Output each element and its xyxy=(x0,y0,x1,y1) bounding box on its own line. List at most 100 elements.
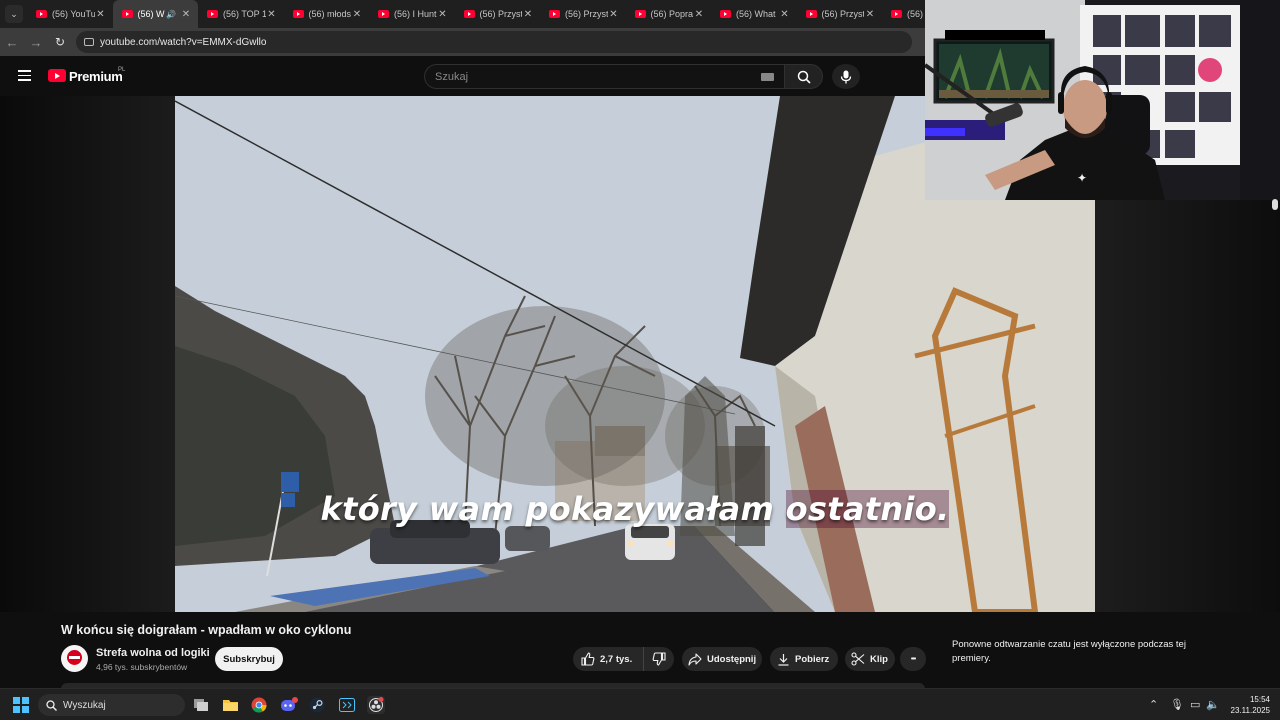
windows-taskbar: Wyszukaj ⌃ 🎙 ▭ 🔈 15:54 23.11.2025 xyxy=(0,688,1280,720)
youtube-favicon-icon xyxy=(891,10,902,18)
youtube-favicon-icon xyxy=(121,10,133,18)
tab-search-button[interactable]: ⌄ xyxy=(5,5,23,23)
browser-tab[interactable]: (56) Przystanek✕ xyxy=(797,0,883,28)
steam-icon[interactable] xyxy=(308,696,326,714)
browser-tab-strip: ⌄ (56) YouTube✕(56) W końcu🔊✕(56) TOP 10… xyxy=(0,0,960,28)
tab-close-icon[interactable]: ✕ xyxy=(864,9,876,20)
browser-toolbar: ← → ↻ youtube.com/watch?v=EMMX-dGwllo xyxy=(0,28,925,56)
youtube-favicon-icon xyxy=(805,10,817,18)
file-explorer-icon[interactable] xyxy=(221,696,239,714)
browser-tab[interactable]: (56) Przystanek✕ xyxy=(540,0,626,28)
browser-tab[interactable]: (56) Przystanek✕ xyxy=(455,0,541,28)
arrow-left-icon: ← xyxy=(5,34,19,50)
tab-close-icon[interactable]: ✕ xyxy=(693,9,705,20)
chrome-icon[interactable] xyxy=(250,696,268,714)
discord-icon[interactable] xyxy=(280,696,298,714)
tab-close-icon[interactable]: ✕ xyxy=(608,9,620,20)
webcam-overlay: ✦ xyxy=(925,0,1280,200)
tab-close-icon[interactable]: ✕ xyxy=(95,9,107,20)
youtube-favicon-icon xyxy=(634,10,646,18)
tray-microphone-icon[interactable]: 🎙 xyxy=(1170,698,1184,711)
search-placeholder: Szukaj xyxy=(435,70,469,83)
address-bar[interactable]: youtube.com/watch?v=EMMX-dGwllo xyxy=(76,31,912,53)
terminal-app-icon[interactable] xyxy=(338,696,356,714)
dislike-button[interactable] xyxy=(644,652,674,666)
webcam-image: ✦ xyxy=(925,0,1280,200)
scissors-icon xyxy=(851,652,865,666)
video-subtitle: który wam pokazywałam ostatnio. xyxy=(175,490,1095,528)
youtube-favicon-icon xyxy=(720,10,731,18)
keyboard-icon[interactable] xyxy=(761,73,774,81)
channel-name[interactable]: Strefa wolna od logiki xyxy=(96,647,210,659)
youtube-favicon-icon xyxy=(463,10,475,18)
tab-close-icon[interactable]: ✕ xyxy=(437,9,449,20)
site-info-icon[interactable] xyxy=(84,38,94,46)
windows-start-icon[interactable] xyxy=(13,697,29,713)
youtube-logo-icon[interactable] xyxy=(48,69,66,82)
more-icon: ••• xyxy=(910,655,916,663)
like-count: 2,7 tys. xyxy=(600,653,633,665)
tab-title: (56) Przystanek xyxy=(821,9,865,19)
obs-icon[interactable] xyxy=(367,696,385,714)
tab-audio-icon[interactable]: 🔊 xyxy=(166,10,176,19)
browser-tab[interactable]: (56) I Hunt ✕ xyxy=(369,0,455,28)
arrow-right-icon: → xyxy=(29,34,43,50)
taskbar-search-label: Wyszukaj xyxy=(63,699,106,711)
scrollbar-thumb[interactable] xyxy=(1272,199,1278,210)
tray-overflow-icon[interactable]: ⌃ xyxy=(1149,698,1158,711)
share-label: Udostępnij xyxy=(707,653,757,665)
clock-time: 15:54 xyxy=(1249,695,1270,704)
url-text: youtube.com/watch?v=EMMX-dGwllo xyxy=(100,36,267,48)
tab-close-icon[interactable]: ✕ xyxy=(180,9,192,20)
youtube-favicon-icon xyxy=(207,10,218,18)
tab-list: (56) YouTube✕(56) W końcu🔊✕(56) TOP 10✕(… xyxy=(27,0,968,28)
menu-icon[interactable] xyxy=(18,70,31,81)
tab-close-icon[interactable]: ✕ xyxy=(266,9,278,20)
watch-metadata: W końcu się doigrałam - wpadłam w oko cy… xyxy=(0,612,1280,689)
search-button[interactable] xyxy=(784,64,823,89)
thumbs-up-icon xyxy=(581,652,595,666)
browser-tab[interactable]: (56) młodsza✕ xyxy=(284,0,370,28)
voice-search-button[interactable] xyxy=(832,64,860,89)
search-icon xyxy=(797,70,811,84)
subscribe-button[interactable]: Subskrybuj xyxy=(215,647,283,671)
browser-tab[interactable]: (56) TOP 10✕ xyxy=(198,0,284,28)
like-button[interactable]: 2,7 tys. xyxy=(573,647,644,671)
more-actions-button[interactable]: ••• xyxy=(900,647,926,671)
tab-title: (56) I Hunt xyxy=(394,9,437,19)
like-dislike-group: 2,7 tys. xyxy=(573,647,674,671)
download-button[interactable]: Pobierz xyxy=(770,647,838,671)
youtube-brand-label[interactable]: Premium xyxy=(69,69,123,84)
search-icon xyxy=(46,699,57,711)
tray-display-icon[interactable]: ▭ xyxy=(1190,698,1200,711)
forward-button[interactable]: → xyxy=(24,35,48,50)
youtube-favicon-icon xyxy=(549,10,560,18)
share-button[interactable]: Udostępnij xyxy=(682,647,762,671)
youtube-header: Premium PL Szukaj xyxy=(0,56,925,96)
search-input[interactable]: Szukaj xyxy=(424,64,784,89)
download-label: Pobierz xyxy=(795,653,830,665)
tab-close-icon[interactable]: ✕ xyxy=(522,9,534,20)
browser-tab[interactable]: (56) YouTube✕ xyxy=(27,0,113,28)
tab-title: (56) YouTube xyxy=(52,9,95,19)
tab-close-icon[interactable]: ✕ xyxy=(779,9,791,20)
channel-avatar[interactable] xyxy=(61,645,88,672)
taskbar-clock[interactable]: 15:54 23.11.2025 xyxy=(1220,694,1270,716)
video-title: W końcu się doigrałam - wpadłam w oko cy… xyxy=(61,623,352,637)
tab-close-icon[interactable]: ✕ xyxy=(351,9,363,20)
chevron-down-icon: ⌄ xyxy=(10,8,18,19)
tab-title: (56) Przystanek xyxy=(479,9,523,19)
tab-title: (56) What xyxy=(736,9,776,19)
taskbar-search[interactable]: Wyszukaj xyxy=(38,694,185,716)
browser-tab[interactable]: (56) What ✕ xyxy=(711,0,797,28)
tray-volume-icon[interactable]: 🔈 xyxy=(1206,698,1220,711)
clip-button[interactable]: Klip xyxy=(845,647,895,671)
back-button[interactable]: ← xyxy=(0,35,24,50)
browser-tab[interactable]: (56) W końcu🔊 ✕ xyxy=(112,0,198,28)
reload-icon: ↻ xyxy=(54,35,66,49)
microphone-icon xyxy=(840,70,852,83)
tab-title: (56) młodsza xyxy=(308,9,352,19)
browser-tab[interactable]: (56) Poprawka✕ xyxy=(626,0,712,28)
reload-button[interactable]: ↻ xyxy=(48,35,72,49)
task-view-icon[interactable] xyxy=(192,696,210,714)
